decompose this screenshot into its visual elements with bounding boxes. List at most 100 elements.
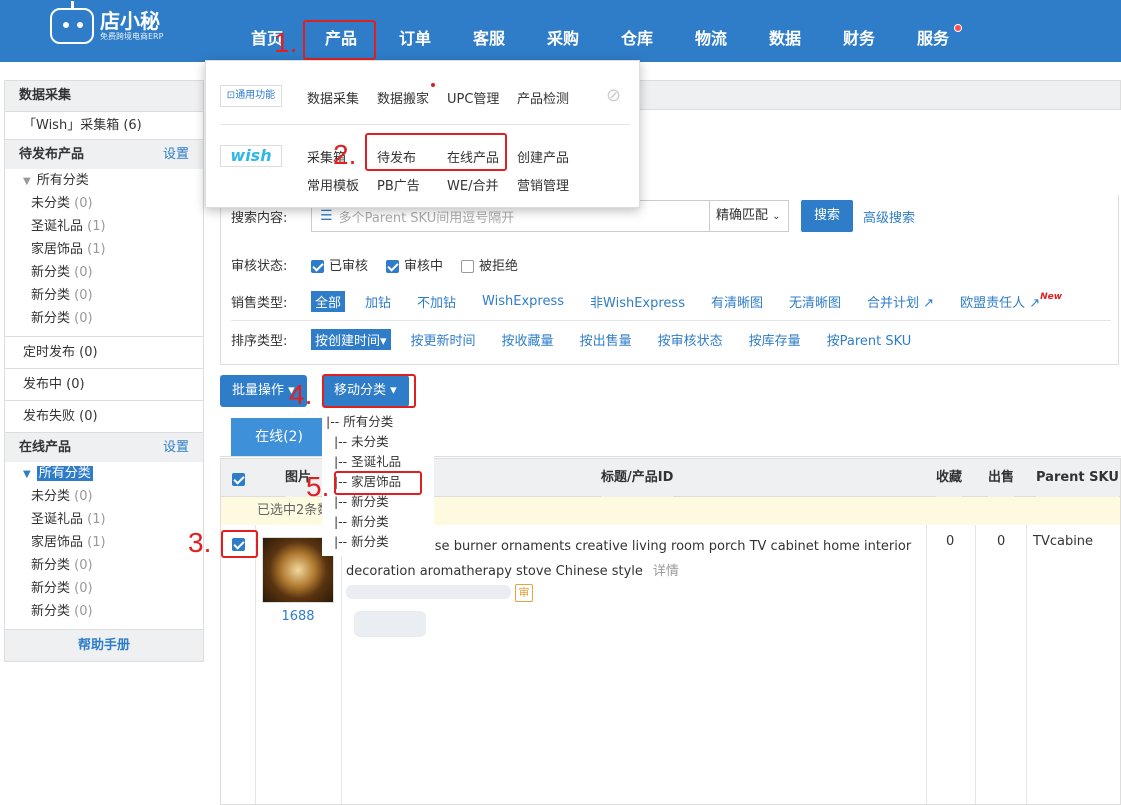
sidebar-item-publishing[interactable]: 发布中 (0): [5, 368, 203, 400]
sort-parent-sku-link[interactable]: 按Parent SKU: [827, 330, 912, 349]
sales-no-clear-image-link[interactable]: 无清晰图: [789, 292, 841, 311]
sales-non-wishexpress-link[interactable]: 非WishExpress: [590, 292, 685, 311]
robot-logo-icon: [50, 1, 94, 44]
sidebar-item-failed[interactable]: 发布失败 (0): [5, 400, 203, 432]
audit-badge: 审: [515, 584, 533, 602]
sales-label: 销售类型:: [231, 296, 288, 311]
nav-orders[interactable]: 订单: [378, 0, 452, 62]
nav-warehouse[interactable]: 仓库: [600, 0, 674, 62]
audit-reviewing-checkbox[interactable]: 审核中: [386, 255, 443, 274]
tab-online[interactable]: 在线(2): [231, 418, 327, 456]
menu-divider: [220, 124, 630, 125]
category-option[interactable]: |-- 新分类: [322, 532, 434, 552]
advanced-search-link[interactable]: 高级搜索: [863, 207, 915, 226]
menu-marketing[interactable]: 营销管理: [517, 175, 569, 194]
nav-services-label: 服务: [916, 29, 949, 48]
favorites-value: 0: [946, 534, 955, 549]
category-option[interactable]: |-- 家居饰品: [322, 472, 434, 492]
sales-diamond-link[interactable]: 加钻: [365, 292, 391, 311]
menu-upc-manage[interactable]: UPC管理: [447, 88, 499, 107]
sidebar-online-category-item[interactable]: 新分类 (0): [5, 600, 203, 623]
sort-created-tag[interactable]: 按创建时间▾: [311, 329, 391, 350]
category-option[interactable]: |-- 所有分类: [322, 412, 434, 432]
sidebar: 数据采集 「Wish」采集箱 (6) 待发布产品 设置 ▼ 所有分类 未分类 (0)…: [4, 80, 204, 662]
sidebar-category-item[interactable]: 未分类 (0): [5, 192, 203, 215]
online-settings-link[interactable]: 设置: [163, 433, 189, 462]
sidebar-all-category[interactable]: ▼ 所有分类: [5, 169, 203, 192]
sales-merge-plan-link[interactable]: 合并计划 ↗: [867, 292, 934, 311]
blurred-product-id: [346, 585, 511, 599]
sidebar-category-item[interactable]: 圣诞礼品 (1): [5, 215, 203, 238]
eye-hidden-icon[interactable]: ⊘: [606, 85, 621, 106]
menu-product-check[interactable]: 产品检测: [517, 88, 569, 107]
search-button[interactable]: 搜索: [801, 200, 853, 232]
pending-settings-link[interactable]: 设置: [163, 140, 189, 169]
select-all-checkbox[interactable]: [232, 473, 245, 486]
sort-stock-link[interactable]: 按库存量: [749, 330, 801, 349]
nav-finance[interactable]: 财务: [822, 0, 896, 62]
col-sold: 出售: [988, 459, 1015, 497]
nav-customer-service[interactable]: 客服: [452, 0, 526, 62]
nav-purchase[interactable]: 采购: [526, 0, 600, 62]
col-favorites: 收藏: [936, 459, 963, 497]
notification-dot: [431, 83, 435, 87]
sales-wishexpress-link[interactable]: WishExpress: [482, 294, 564, 309]
menu-online-products[interactable]: 在线产品: [447, 147, 499, 166]
sidebar-category-item[interactable]: 新分类 (0): [5, 284, 203, 307]
col-divider: [341, 525, 342, 804]
audit-approved-checkbox[interactable]: 已审核: [311, 255, 368, 274]
sidebar-online-category-item[interactable]: 家居饰品 (1): [5, 531, 203, 554]
detail-link[interactable]: 详情: [653, 564, 679, 579]
sidebar-item-scheduled[interactable]: 定时发布 (0): [5, 336, 203, 368]
category-option[interactable]: |-- 新分类: [322, 492, 434, 512]
menu-collect-box[interactable]: 采集箱: [307, 147, 346, 166]
sort-sales-link[interactable]: 按出售量: [580, 330, 632, 349]
move-category-button[interactable]: 移动分类 ▾: [322, 375, 409, 407]
batch-operation-button[interactable]: 批量操作 ▾: [220, 375, 307, 407]
sidebar-category-item[interactable]: 新分类 (0): [5, 261, 203, 284]
sales-clear-image-link[interactable]: 有清晰图: [711, 292, 763, 311]
sort-updated-link[interactable]: 按更新时间: [411, 330, 476, 349]
sidebar-category-item[interactable]: 新分类 (0): [5, 307, 203, 330]
sidebar-item-wish-collect-box[interactable]: 「Wish」采集箱 (6): [5, 111, 203, 139]
menu-pending-publish[interactable]: 待发布: [377, 147, 416, 166]
menu-we-merge[interactable]: WE/合并: [447, 175, 498, 194]
parent-sku-value: TVcabine: [1033, 534, 1094, 549]
sales-no-diamond-link[interactable]: 不加钻: [417, 292, 456, 311]
menu-create-product[interactable]: 创建产品: [517, 147, 569, 166]
category-option[interactable]: |-- 圣诞礼品: [322, 452, 434, 472]
menu-data-collect[interactable]: 数据采集: [307, 88, 359, 107]
col-parent-sku: Parent SKU: [1036, 459, 1119, 497]
new-badge: New: [1040, 292, 1063, 302]
category-option[interactable]: |-- 未分类: [322, 432, 434, 452]
nav-services[interactable]: 服务: [896, 0, 970, 62]
sales-all-tag[interactable]: 全部: [311, 291, 346, 312]
sidebar-category-item[interactable]: 家居饰品 (1): [5, 238, 203, 261]
menu-pb-ads[interactable]: PB广告: [377, 175, 420, 194]
menu-data-move[interactable]: 数据搬家: [377, 88, 429, 107]
menu-templates[interactable]: 常用模板: [307, 175, 359, 194]
sort-favorites-link[interactable]: 按收藏量: [502, 330, 554, 349]
sort-audit-link[interactable]: 按审核状态: [658, 330, 723, 349]
sidebar-online-category-item[interactable]: 未分类 (0): [5, 485, 203, 508]
nav-products[interactable]: 产品: [304, 0, 378, 62]
sidebar-online-category-item[interactable]: 新分类 (0): [5, 577, 203, 600]
nav-data[interactable]: 数据: [748, 0, 822, 62]
sidebar-online-category-item[interactable]: 圣诞礼品 (1): [5, 508, 203, 531]
products-dropdown: ⊡通用功能 数据采集 数据搬家 UPC管理 产品检测 ⊘ wish 采集箱 待发…: [205, 60, 640, 208]
category-option[interactable]: |-- 新分类: [322, 512, 434, 532]
brand-logo[interactable]: 店小秘 免费跨境电商ERP: [50, 1, 163, 44]
col-title: 标题/产品ID: [601, 459, 674, 497]
source-link[interactable]: 1688: [262, 609, 334, 624]
nav-logistics[interactable]: 物流: [674, 0, 748, 62]
col-image: 图片: [285, 459, 312, 497]
match-select[interactable]: 精确匹配 ⌄: [709, 200, 789, 232]
help-manual-link[interactable]: 帮助手册: [5, 629, 203, 661]
nav-home[interactable]: 首页: [230, 0, 304, 62]
sidebar-online-category-item[interactable]: 新分类 (0): [5, 554, 203, 577]
sidebar-online-all-category[interactable]: ▼ 所有分类: [5, 462, 203, 485]
audit-rejected-checkbox[interactable]: 被拒绝: [461, 255, 518, 274]
row-checkbox[interactable]: [232, 538, 245, 551]
brand-name: 店小秘: [100, 9, 160, 33]
sales-eu-rep-link[interactable]: 欧盟责任人 ↗New: [960, 292, 1062, 311]
